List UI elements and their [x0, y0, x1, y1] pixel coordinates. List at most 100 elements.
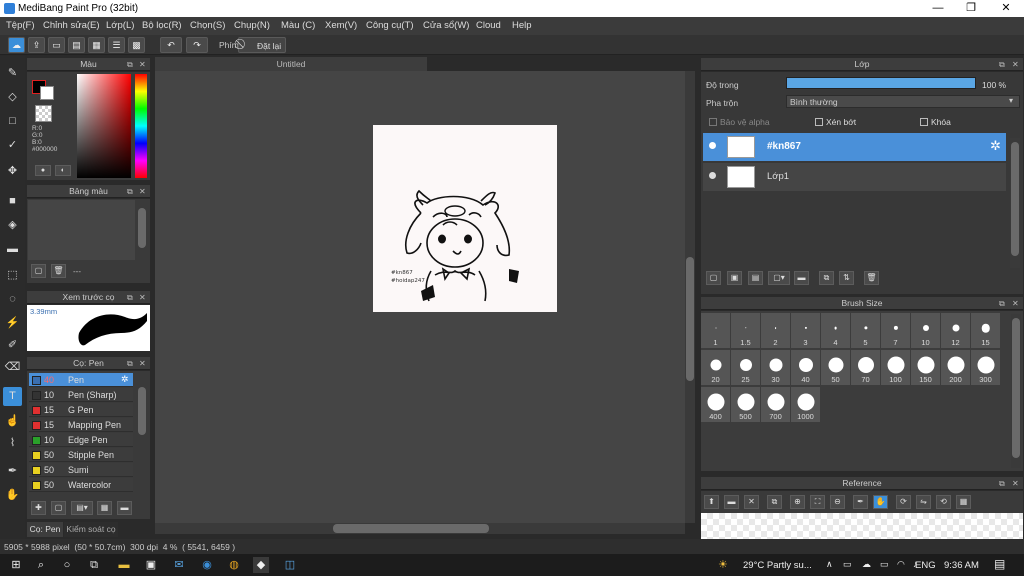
- panel-popout-icon[interactable]: ⧉: [127, 357, 133, 370]
- panel-close-icon[interactable]: ✕: [1012, 297, 1019, 310]
- brush-size-cell[interactable]: 70: [851, 350, 880, 385]
- brush-size-cell[interactable]: 50: [821, 350, 850, 385]
- menu-edit[interactable]: Chỉnh sửa(E): [43, 20, 100, 31]
- select-eraser-icon[interactable]: ⌫: [3, 358, 22, 377]
- reference-copy-icon[interactable]: ⧉: [767, 495, 782, 509]
- lasso-tool-icon[interactable]: ◌: [3, 290, 22, 309]
- language-indicator[interactable]: ENG: [915, 560, 936, 571]
- brush-settings-icon[interactable]: ▦: [97, 501, 112, 515]
- tab-brush[interactable]: Cọ: Pen: [27, 522, 63, 537]
- eraser-tool-icon[interactable]: ◇: [3, 88, 22, 107]
- weather-text[interactable]: 29°C Partly su...: [743, 560, 812, 571]
- menu-view[interactable]: Xem(V): [325, 20, 357, 31]
- chrome-icon[interactable]: ◍: [226, 557, 242, 573]
- magic-wand-icon[interactable]: ⚡: [3, 314, 22, 333]
- brush-size-cell[interactable]: 4: [821, 313, 850, 348]
- zoom-out-icon[interactable]: ⊖: [830, 495, 845, 509]
- document-icon[interactable]: ▦: [88, 37, 105, 53]
- reset-view-icon[interactable]: ⟲: [936, 495, 951, 509]
- visibility-icon[interactable]: [709, 142, 716, 149]
- panel-popout-icon[interactable]: ⧉: [127, 58, 133, 71]
- opacity-slider[interactable]: [786, 77, 976, 89]
- brush-size-cell[interactable]: 1000: [791, 387, 820, 422]
- panel-close-icon[interactable]: ✕: [139, 357, 146, 370]
- menu-tools[interactable]: Công cụ(T): [366, 20, 414, 31]
- medibang-taskbar-icon[interactable]: ◆: [253, 557, 269, 573]
- menu-cloud[interactable]: Cloud: [476, 20, 501, 31]
- menu-select[interactable]: Chọn(S): [190, 20, 225, 31]
- secondary-color-swatch[interactable]: [40, 86, 54, 100]
- menu-layer[interactable]: Lớp(L): [106, 20, 134, 31]
- store-icon[interactable]: ▣: [143, 557, 159, 573]
- file-explorer-icon[interactable]: ▬: [116, 557, 132, 573]
- canvas-horizontal-scrollbar[interactable]: [155, 523, 685, 534]
- select-tool-icon[interactable]: ⬚: [3, 266, 22, 285]
- brush-size-cell[interactable]: 20: [701, 350, 730, 385]
- maximize-button[interactable]: ❐: [954, 0, 988, 17]
- panel-close-icon[interactable]: ✕: [1012, 477, 1019, 490]
- windows-start-icon[interactable]: ⊞: [8, 557, 24, 573]
- edge-icon[interactable]: ◉: [199, 557, 215, 573]
- hue-slider[interactable]: [135, 74, 147, 178]
- rectangle-tool-icon[interactable]: □: [3, 112, 22, 131]
- panel-popout-icon[interactable]: ⧉: [127, 185, 133, 198]
- hand-tool-icon[interactable]: ✋: [3, 486, 22, 505]
- brush-item[interactable]: 40 Pen ✲: [29, 373, 133, 387]
- menu-window[interactable]: Cửa sổ(W): [423, 20, 469, 31]
- clipping-checkbox[interactable]: [815, 118, 823, 126]
- reference-folder-icon[interactable]: ▬: [724, 495, 739, 509]
- select-pen-icon[interactable]: ✐: [3, 336, 22, 355]
- cloud-tray-icon[interactable]: ☁: [862, 559, 871, 570]
- saturation-value-picker[interactable]: [77, 74, 131, 178]
- network-tray-icon[interactable]: ▭: [843, 559, 852, 570]
- flip-icon[interactable]: ⇋: [916, 495, 931, 509]
- fill-rect-tool-icon[interactable]: ■: [3, 192, 22, 211]
- palette-area[interactable]: [28, 200, 135, 260]
- undo-icon[interactable]: ↶: [160, 37, 182, 53]
- comment-icon[interactable]: ▭: [48, 37, 65, 53]
- grid-icon[interactable]: ▩: [128, 37, 145, 53]
- layer-gear-icon[interactable]: ✲: [990, 138, 1001, 154]
- bucket-tool-icon[interactable]: ◈: [3, 216, 22, 235]
- operation-tool-icon[interactable]: ☝: [3, 412, 22, 431]
- menu-help[interactable]: Help: [512, 20, 532, 31]
- panel-popout-icon[interactable]: ⧉: [999, 297, 1005, 310]
- redo-icon[interactable]: ↷: [186, 37, 208, 53]
- brush-size-cell[interactable]: 150: [911, 350, 940, 385]
- delete-layer-icon[interactable]: 🗑: [864, 271, 879, 285]
- brush-size-cell[interactable]: 3: [791, 313, 820, 348]
- battery-icon[interactable]: ▭: [880, 559, 889, 570]
- panel-popout-icon[interactable]: ⧉: [999, 58, 1005, 71]
- eyedropper-icon[interactable]: ✒: [853, 495, 868, 509]
- reference-layer-icon[interactable]: ▦: [956, 495, 971, 509]
- wifi-icon[interactable]: ◠: [897, 559, 905, 570]
- new-palette-icon[interactable]: ▢: [31, 264, 46, 278]
- new-halftone-layer-icon[interactable]: ▣: [727, 271, 742, 285]
- brush-size-cell[interactable]: 10: [911, 313, 940, 348]
- panel-popout-icon[interactable]: ⧉: [999, 477, 1005, 490]
- menu-capture[interactable]: Chụp(N): [234, 20, 270, 31]
- menu-color[interactable]: Màu (C): [281, 20, 315, 31]
- menu-filter[interactable]: Bộ lọc(R): [142, 20, 182, 31]
- brush-size-cell[interactable]: 12: [941, 313, 970, 348]
- layer-row[interactable]: Lớp1: [703, 163, 1006, 191]
- brush-folder-icon[interactable]: ▬: [117, 501, 132, 515]
- brush-size-cell[interactable]: 40: [791, 350, 820, 385]
- zoom-in-icon[interactable]: ⊕: [790, 495, 805, 509]
- share-icon[interactable]: ⇪: [28, 37, 45, 53]
- brush-size-cell[interactable]: 15: [971, 313, 1000, 348]
- drawing-canvas[interactable]: #kn867 #hoidap247: [373, 125, 557, 312]
- canvas-vertical-scrollbar[interactable]: [685, 71, 695, 523]
- panel-close-icon[interactable]: ✕: [139, 185, 146, 198]
- layer-row[interactable]: #kn867 ✲: [703, 133, 1006, 161]
- brush-item[interactable]: 15 G Pen: [29, 403, 133, 417]
- brush-size-cell[interactable]: 1: [701, 313, 730, 348]
- move-tool-icon[interactable]: ✥: [3, 162, 22, 181]
- brush-size-cell[interactable]: 5: [851, 313, 880, 348]
- gradient-tool-icon[interactable]: ▬: [3, 240, 22, 259]
- brush-size-cell[interactable]: 25: [731, 350, 760, 385]
- brush-size-cell[interactable]: 30: [761, 350, 790, 385]
- tab-brush-control[interactable]: Kiểm soát cọ: [64, 522, 118, 537]
- chevron-up-icon[interactable]: ∧: [826, 559, 833, 570]
- search-icon[interactable]: ⌕: [33, 557, 49, 573]
